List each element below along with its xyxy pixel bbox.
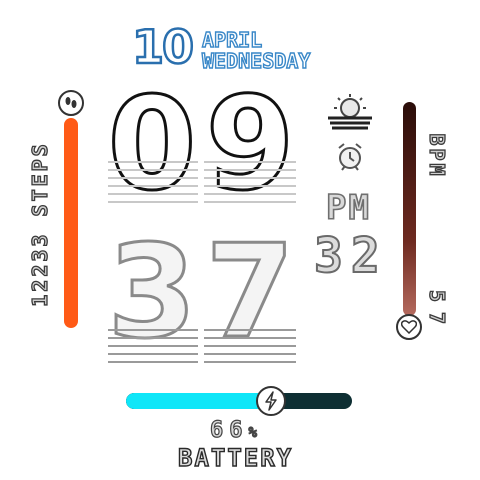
date-month: APRIL [201, 28, 263, 52]
battery-percent-sign: % [248, 424, 258, 441]
minute-tens-digit: 3 [106, 218, 198, 367]
steps-value: 12233 [27, 231, 52, 308]
date-day: 10 [131, 20, 196, 74]
battery-fill [126, 393, 276, 409]
alarm-clock-icon[interactable] [336, 142, 364, 172]
battery-percent: 66% [209, 417, 258, 443]
steps-readout: 12233 STEPS [27, 141, 52, 308]
partly-cloudy-icon [328, 94, 372, 130]
minute-ones-digit: 7 [204, 218, 296, 367]
battery-label: BATTERY [177, 443, 294, 472]
ampm-indicator: PM [325, 187, 371, 229]
date-weekday: WEDNESDAY [201, 49, 311, 73]
seconds-display: 32 [313, 227, 388, 285]
bpm-value: 57 [424, 289, 449, 335]
heart-rate-knob[interactable] [396, 314, 422, 340]
steps-knob[interactable] [58, 90, 84, 116]
heart-rate-bar[interactable] [403, 102, 416, 316]
battery-knob[interactable] [256, 386, 286, 416]
hour-ones-digit: 9 [204, 70, 296, 219]
bpm-label: BPM [424, 133, 449, 179]
steps-label: STEPS [27, 141, 52, 218]
footprints-icon [65, 97, 77, 108]
battery-bar[interactable] [126, 393, 352, 409]
heart-icon [401, 320, 417, 334]
steps-progress-bar[interactable] [64, 118, 78, 328]
lightning-icon [265, 391, 277, 411]
battery-percent-value: 66 [209, 417, 249, 443]
hour-tens-digit: 0 [106, 70, 198, 219]
